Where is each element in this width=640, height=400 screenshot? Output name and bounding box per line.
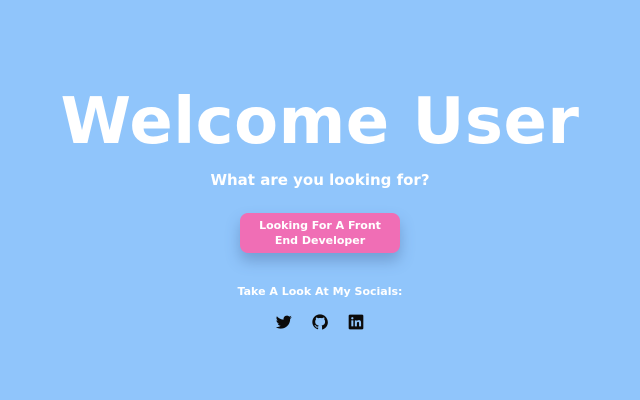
twitter-link[interactable] (276, 314, 292, 330)
socials-label: Take A Look At My Socials: (237, 285, 403, 298)
github-link[interactable] (312, 314, 328, 330)
front-end-developer-button[interactable]: Looking For A Front End Developer (240, 213, 400, 253)
twitter-icon (276, 315, 292, 329)
page-subtitle: What are you looking for? (210, 171, 430, 189)
hero-section: Welcome User What are you looking for? L… (0, 0, 640, 400)
social-links (0, 314, 640, 330)
page-title: Welcome User (60, 85, 580, 159)
linkedin-icon (348, 314, 364, 330)
github-icon (312, 314, 328, 330)
linkedin-link[interactable] (348, 314, 364, 330)
